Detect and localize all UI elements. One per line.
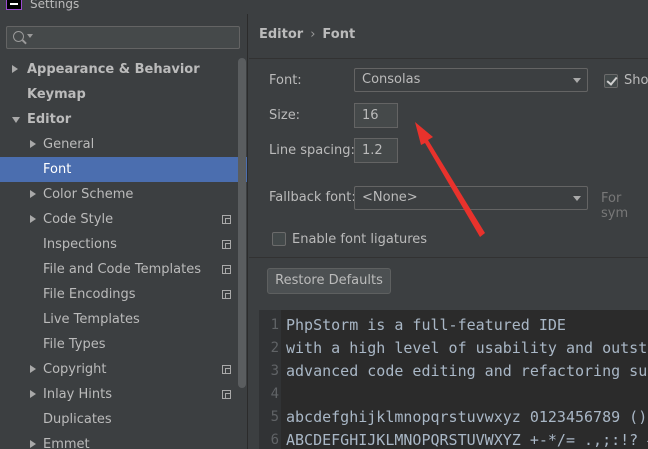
sidebar-item-duplicates[interactable]: Duplicates (0, 407, 237, 432)
sidebar-item-appearance-behavior[interactable]: Appearance & Behavior (0, 57, 237, 82)
preview-line-text: with a high level of usability and outst… (286, 339, 648, 357)
sidebar-item-label: Appearance & Behavior (27, 62, 200, 77)
sidebar-item-keymap[interactable]: Keymap (0, 82, 237, 107)
font-preview-editor[interactable]: 1 PhpStorm is a full-featured IDE 2 with a … (259, 310, 648, 449)
chevron-right-icon[interactable] (30, 215, 36, 223)
restore-defaults-button[interactable]: Restore Defaults (267, 268, 391, 294)
title-bar: Settings (0, 0, 648, 14)
header-divider (249, 58, 648, 59)
preview-line-text: ABCDEFGHIJKLMNOPQRSTUVWXYZ +-*/= .,;:!? … (286, 431, 648, 449)
breadcrumb-font: Font (322, 27, 356, 42)
breadcrumb-editor[interactable]: Editor (259, 27, 303, 42)
font-combobox-value: Consolas (362, 72, 421, 87)
project-scope-icon (222, 215, 231, 224)
sidebar-item-label: File Types (43, 337, 106, 352)
search-icon (13, 31, 24, 42)
sidebar-item-label: Inspections (43, 237, 117, 252)
project-scope-icon (222, 290, 231, 299)
enable-ligatures-label[interactable]: Enable font ligatures (292, 232, 427, 247)
project-scope-icon (222, 240, 231, 249)
chevron-down-icon (573, 78, 581, 83)
sidebar-item-copyright[interactable]: Copyright (0, 357, 237, 382)
chevron-right-icon[interactable] (12, 65, 18, 73)
fallback-font-hint: For sym (601, 191, 629, 221)
font-combobox[interactable]: Consolas (354, 68, 588, 92)
fallback-font-combobox[interactable]: <None> (354, 186, 588, 210)
sidebar-item-label: File and Code Templates (43, 262, 201, 277)
settings-tree: Appearance & Behavior Keymap Editor General… (0, 57, 247, 449)
chevron-down-icon[interactable] (12, 117, 20, 123)
line-number: 5 (270, 409, 279, 425)
line-number: 2 (270, 340, 279, 356)
line-number: 6 (270, 432, 279, 448)
sidebar-item-general[interactable]: General (0, 132, 237, 157)
sidebar-item-label: Emmet (43, 437, 90, 449)
show-only-monospaced-checkbox[interactable] (604, 74, 618, 88)
section-divider (249, 257, 648, 258)
project-scope-icon (222, 390, 231, 399)
sidebar-item-file-and-code-templates[interactable]: File and Code Templates (0, 257, 237, 282)
breadcrumb-separator: › (310, 27, 316, 42)
size-label: Size: (269, 108, 301, 123)
preview-line-text: PhpStorm is a full-featured IDE (286, 316, 566, 334)
chevron-right-icon[interactable] (30, 190, 36, 198)
sidebar-item-label: Copyright (43, 362, 107, 377)
sidebar-item-label: General (43, 137, 95, 152)
sidebar-item-label: Inlay Hints (43, 387, 112, 402)
sidebar-scrollbar[interactable] (238, 58, 246, 388)
sidebar-item-label: Duplicates (43, 412, 112, 427)
fallback-font-value: <None> (362, 190, 418, 205)
sidebar-item-label: Font (43, 162, 72, 177)
line-spacing-label: Line spacing: (269, 143, 355, 158)
font-label: Font: (269, 73, 302, 88)
sidebar-item-label: Color Scheme (43, 187, 134, 202)
font-settings-panel: Editor›Font Font: Consolas Show Size: 16… (249, 14, 648, 449)
window-title: Settings (30, 0, 80, 11)
phpstorm-logo-icon (6, 0, 22, 10)
sidebar-item-file-types[interactable]: File Types (0, 332, 237, 357)
fallback-font-label: Fallback font: (269, 190, 356, 205)
sidebar-item-editor[interactable]: Editor (0, 107, 237, 132)
sidebar-item-label: File Encodings (43, 287, 136, 302)
line-spacing-input[interactable]: 1.2 (354, 138, 398, 163)
sidebar-item-emmet[interactable]: Emmet (0, 432, 237, 449)
chevron-right-icon[interactable] (30, 390, 36, 398)
chevron-down-icon (573, 196, 581, 201)
search-history-dropdown-icon[interactable] (27, 34, 33, 38)
sidebar-item-font[interactable]: Font (0, 157, 247, 182)
sidebar-item-label: Editor (27, 112, 72, 127)
line-number: 4 (270, 386, 279, 402)
sidebar-item-label: Code Style (43, 212, 114, 227)
chevron-right-icon[interactable] (30, 365, 36, 373)
line-number: 3 (270, 363, 279, 379)
preview-line-text: abcdefghijklmnopqrstuvwxyz 0123456789 ()… (286, 408, 648, 426)
sidebar-item-live-templates[interactable]: Live Templates (0, 307, 237, 332)
chevron-right-icon[interactable] (30, 140, 36, 148)
sidebar-item-inlay-hints[interactable]: Inlay Hints (0, 382, 237, 407)
enable-ligatures-checkbox[interactable] (272, 232, 286, 246)
project-scope-icon (222, 365, 231, 374)
breadcrumb: Editor › Font (259, 27, 355, 42)
project-scope-icon (222, 265, 231, 274)
sidebar-item-file-encodings[interactable]: File Encodings (0, 282, 237, 307)
show-only-monospaced-label: Show (624, 73, 648, 88)
sidebar-item-code-style[interactable]: Code Style (0, 207, 237, 232)
sidebar-item-color-scheme[interactable]: Color Scheme (0, 182, 237, 207)
sidebar-item-inspections[interactable]: Inspections (0, 232, 237, 257)
sidebar-item-label: Keymap (27, 87, 86, 102)
size-input[interactable]: 16 (354, 103, 398, 128)
sidebar-item-label: Live Templates (43, 312, 140, 327)
line-number: 1 (270, 317, 279, 333)
settings-sidebar: Appearance & Behavior Keymap Editor General… (0, 14, 248, 449)
preview-line-text: advanced code editing and refactoring su… (286, 362, 648, 380)
chevron-right-icon[interactable] (30, 440, 36, 448)
search-input[interactable] (6, 26, 240, 49)
